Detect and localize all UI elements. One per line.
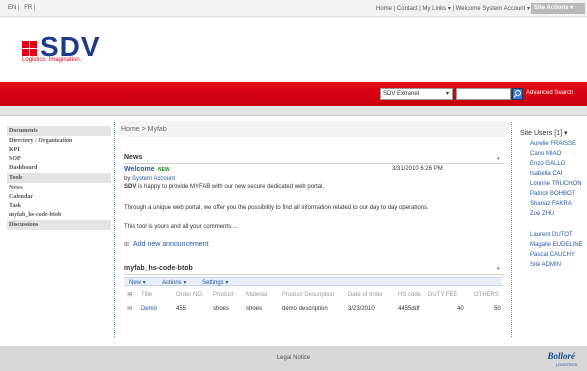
search-button[interactable] [512, 88, 523, 100]
plus-icon: ⊞ [124, 242, 130, 248]
news-item-title[interactable]: Welcome [124, 166, 155, 173]
column-others[interactable]: OTHERS [474, 292, 499, 298]
site-footer: Legal Notice Bolloré LOGISTICS [0, 346, 587, 371]
right-divider [511, 122, 512, 337]
bollore-logo-subtitle: LOGISTICS [555, 362, 577, 367]
search-input[interactable] [456, 88, 511, 100]
actions-menu-button[interactable]: Actions ▾ [162, 279, 186, 286]
row-date-of-order: 3/23/2010 [348, 306, 375, 312]
lang-en-link[interactable]: EN | [8, 5, 20, 11]
row-description: demo description [282, 306, 328, 312]
nav-calendar[interactable]: Calendar [7, 193, 111, 202]
list-webpart-title[interactable]: myfab_hs-code-btob [124, 265, 193, 272]
column-product[interactable]: Product [213, 292, 234, 298]
attachment-icon: 𝍐 [127, 306, 133, 312]
nav-dashboard[interactable]: Dashboard [7, 164, 111, 173]
row-hs-code: 4455ddf [398, 306, 420, 312]
user-link[interactable]: Laurent DUTOT [530, 232, 584, 239]
news-webpart-title[interactable]: News [124, 154, 142, 161]
user-link[interactable]: Zoé ZHU [530, 211, 584, 218]
column-order-no[interactable]: Order NO. [176, 292, 204, 298]
user-link[interactable]: Cano MIAO [530, 151, 584, 158]
add-announcement-link[interactable]: ⊞ Add new announcement [124, 241, 209, 248]
column-hs-code[interactable]: HS code [398, 292, 421, 298]
news-author-link[interactable]: System Account [132, 176, 175, 182]
user-link[interactable]: Site ADMIN [530, 262, 584, 269]
new-menu-button[interactable]: New ▾ [129, 279, 146, 286]
column-material[interactable]: Material [246, 292, 267, 298]
list-menu-chevron-icon[interactable]: ▾ [497, 266, 500, 272]
lang-fr-link[interactable]: FR | [24, 5, 35, 11]
breadcrumb-bar [119, 121, 509, 137]
nav-sop[interactable]: SOP [7, 155, 111, 164]
nav-news[interactable]: News [7, 184, 111, 193]
nav-directory[interactable]: Directory / Organization [7, 137, 111, 146]
nav-kpi[interactable]: KPI [7, 146, 111, 155]
attachment-header-icon: 𝍐 [127, 292, 133, 298]
news-body-line-1: SDV is happy to provide MYFAB with our n… [124, 184, 324, 190]
bollore-logo[interactable]: Bolloré [547, 351, 575, 361]
new-badge: NEW [158, 167, 170, 173]
site-users-title[interactable]: Site Users [1] ▾ [520, 129, 567, 137]
byline-prefix: by [124, 176, 133, 182]
news-body-line-2: Through a unique web portal, we offer yo… [124, 205, 429, 211]
row-order-no: 455 [176, 306, 187, 312]
news-body-text: is happy to provide MYFAB with our new s… [136, 184, 325, 190]
news-byline: by System Account [124, 176, 175, 182]
top-bar: EN | FR | Home | Contact | My Links ▾ | … [0, 0, 587, 17]
settings-menu-button[interactable]: Settings ▾ [202, 279, 228, 286]
column-product-description[interactable]: Product Description [282, 292, 334, 298]
column-date-of-order[interactable]: Date of order [348, 292, 383, 298]
quick-launch-nav: Documents Directory / Organization KPI S… [7, 126, 111, 231]
advanced-search-link[interactable]: Advanced Search [526, 90, 573, 96]
user-link[interactable]: Shanaz FAKRA [530, 201, 584, 208]
legal-notice-link[interactable]: Legal Notice [0, 355, 587, 361]
search-icon [513, 90, 521, 98]
breadcrumb[interactable]: Home > Myfab [121, 126, 167, 133]
list-toolbar: New ▾ Actions ▾ Settings ▾ [124, 277, 502, 286]
search-scope-value: SDV Extranet [383, 91, 420, 97]
news-date: 3/31/2010 6:26 PM [392, 166, 443, 172]
user-link[interactable]: Aurelie FRAISSE [530, 141, 584, 148]
nav-divider [114, 122, 115, 337]
user-link[interactable]: Isabella CAI [530, 171, 584, 178]
row-material: shoes [246, 306, 263, 312]
row-duty-fee: 40 [457, 306, 464, 312]
user-link[interactable]: Patrick BOHBOT [530, 191, 584, 198]
search-scope-select[interactable]: SDV Extranet ▾ [380, 88, 453, 100]
top-links[interactable]: Home | Contact | My Links ▾ | Welcome Sy… [376, 5, 530, 12]
news-body-bold: SDV [124, 184, 137, 190]
column-title[interactable]: Title [141, 292, 152, 298]
news-menu-chevron-icon[interactable]: ▾ [497, 156, 500, 162]
site-header: SDV Logistics. Imagination. [0, 17, 587, 82]
column-duty-fee[interactable]: DUTY FEE [428, 292, 458, 298]
site-actions-menu[interactable]: Site Actions ▾ [531, 3, 585, 14]
add-announcement-label: Add new announcement [133, 241, 209, 248]
row-others: 50 [494, 306, 501, 312]
user-link[interactable]: Enzo GALLO [530, 161, 584, 168]
list-divider [124, 274, 504, 275]
chevron-down-icon: ▾ [445, 91, 449, 97]
nav-discussions[interactable]: Discussions [7, 220, 111, 230]
language-switcher: EN | FR | [8, 5, 38, 11]
sdv-logo-mark-icon [22, 41, 37, 56]
logo-tagline: Logistics. Imagination. [22, 57, 82, 63]
nav-documents[interactable]: Documents [7, 126, 111, 136]
nav-myfab-list[interactable]: myfab_hs-code-btob [7, 211, 111, 220]
user-link[interactable]: Magalie EUDELINE [530, 242, 584, 249]
row-title-link[interactable]: Demo [141, 306, 157, 312]
sub-header-bar [0, 106, 587, 116]
user-link[interactable]: Pascal CAUCHY [530, 252, 584, 259]
nav-task[interactable]: Task [7, 202, 111, 211]
user-link[interactable]: Lorinne TRUCHON [530, 181, 584, 188]
site-users-list: Aurelie FRAISSE Cano MIAO Enzo GALLO Isa… [530, 141, 584, 272]
nav-tools[interactable]: Tools [7, 173, 111, 183]
news-divider [124, 163, 504, 164]
news-body-line-3: This tool is yours and all your comments… [124, 224, 238, 230]
row-product: shoes [213, 306, 230, 312]
